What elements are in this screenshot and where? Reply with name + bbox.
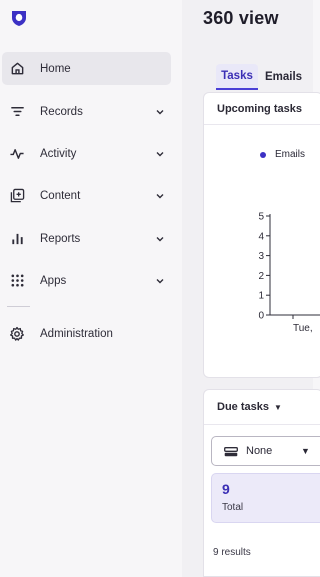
sidebar-item-content[interactable]: Content: [2, 179, 171, 212]
chevron-down-icon[interactable]: [155, 276, 165, 286]
y-tick-label: 2: [258, 271, 264, 282]
app-logo-icon[interactable]: [9, 8, 29, 28]
chevron-down-icon[interactable]: [155, 191, 165, 201]
sidebar-item-home[interactable]: Home: [2, 52, 171, 85]
tab-bar: Tasks Emails: [216, 64, 316, 90]
y-tick-label: 5: [258, 212, 264, 223]
total-stat-tile[interactable]: 9 Total: [211, 473, 320, 523]
upcoming-tasks-chart: 0 1 2 3 4 5 Tue,: [258, 212, 320, 334]
sidebar-item-apps[interactable]: Apps: [2, 264, 171, 297]
sidebar-item-label: Administration: [40, 327, 113, 340]
group-by-select[interactable]: None ▼: [211, 436, 320, 466]
sidebar-item-records[interactable]: Records: [2, 95, 171, 128]
sidebar-item-label: Reports: [40, 232, 81, 245]
due-tasks-dropdown[interactable]: Due tasks ▼: [204, 390, 320, 425]
bar-chart-icon: [9, 231, 25, 247]
grid-dots-icon: [9, 273, 25, 289]
sidebar-item-label: Activity: [40, 147, 77, 160]
y-tick-label: 0: [258, 311, 264, 322]
chevron-down-icon[interactable]: [155, 107, 165, 117]
tab-tasks[interactable]: Tasks: [216, 64, 258, 90]
filter-lines-icon: [9, 104, 25, 120]
y-tick-label: 3: [258, 251, 264, 262]
y-tick-label: 4: [258, 231, 264, 242]
sidebar-item-label: Content: [40, 189, 81, 202]
sidebar-item-activity[interactable]: Activity: [2, 137, 171, 170]
home-icon: [9, 61, 25, 77]
sidebar-item-label: Apps: [40, 274, 67, 287]
x-tick-label: Tue,: [293, 323, 313, 334]
rows-icon: [224, 447, 238, 457]
y-tick-label: 1: [258, 291, 264, 302]
page-title: 360 view: [203, 8, 279, 28]
sidebar-item-reports[interactable]: Reports: [2, 222, 171, 255]
stat-label: Total: [222, 502, 244, 513]
sidebar-divider: [7, 306, 30, 307]
stat-value: 9: [222, 481, 230, 497]
sidebar-item-label: Home: [40, 62, 71, 75]
select-value: None: [246, 445, 273, 457]
upcoming-tasks-card: Upcoming tasks Emails 0 1 2 3 4 5 Tue,: [203, 92, 320, 378]
main-content: 360 view Tasks Emails Upcoming tasks Ema…: [182, 0, 320, 577]
add-content-icon: [9, 188, 25, 204]
caret-down-icon: ▼: [273, 402, 282, 412]
sidebar: Home Records Activity Content Reports Ap: [0, 0, 182, 577]
results-count: 9 results: [213, 547, 251, 558]
chevron-down-icon[interactable]: [155, 234, 165, 244]
chevron-down-icon[interactable]: [155, 149, 165, 159]
pulse-icon: [9, 146, 25, 162]
sidebar-item-label: Records: [40, 105, 83, 118]
card-title: Upcoming tasks: [204, 93, 320, 125]
card-title: Due tasks: [217, 401, 269, 413]
caret-down-icon: ▼: [301, 446, 310, 456]
sidebar-item-administration[interactable]: Administration: [2, 317, 171, 350]
due-tasks-card: Due tasks ▼ None ▼ 9 Total 9 results: [203, 389, 320, 577]
tab-emails[interactable]: Emails: [265, 64, 302, 90]
gear-icon: [9, 326, 25, 342]
